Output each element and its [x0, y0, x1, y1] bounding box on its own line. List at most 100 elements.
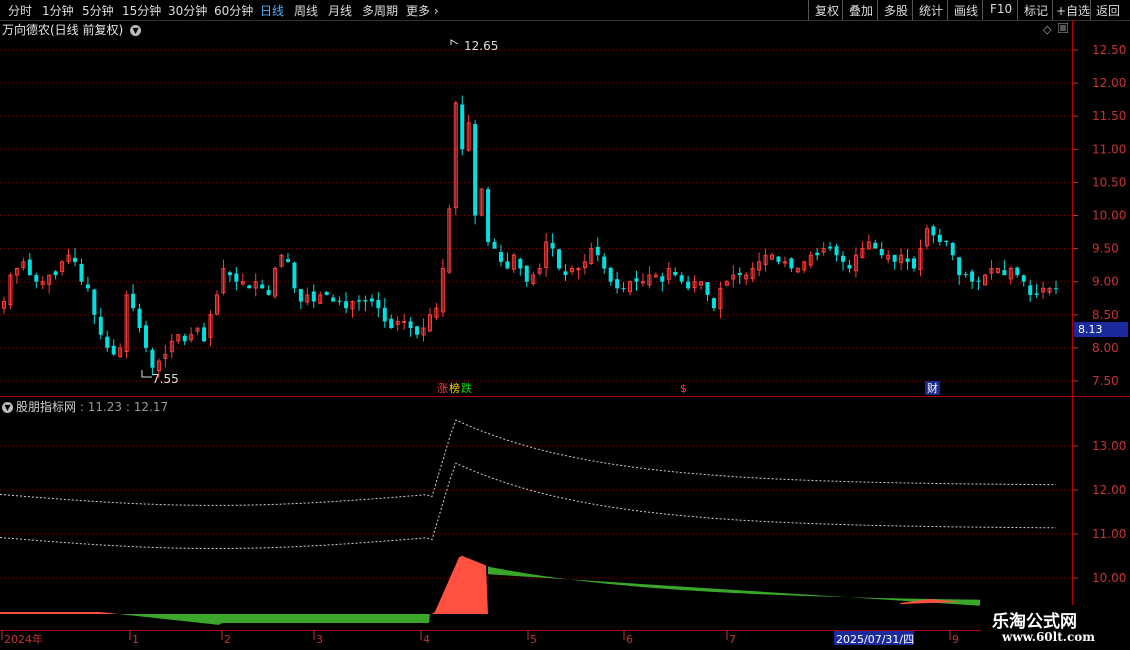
tab-daily[interactable]: 日线: [260, 2, 284, 19]
candle-body: [1041, 287, 1046, 293]
candle-body: [576, 267, 581, 271]
candle-body: [169, 340, 174, 353]
candle-body: [944, 240, 949, 242]
candle-body: [750, 267, 755, 280]
fuquan-button[interactable]: 复权: [815, 2, 839, 19]
indicator-green-area-1: [90, 614, 430, 625]
stats-button[interactable]: 统计: [919, 2, 943, 19]
divider: [912, 0, 913, 20]
add-favorite-button[interactable]: +自选: [1056, 2, 1090, 19]
menu-icon[interactable]: [1058, 23, 1068, 33]
tab-monthly[interactable]: 月线: [328, 2, 352, 19]
candle-body: [415, 326, 420, 335]
candle-body: [47, 274, 52, 285]
marker-dollar: $: [680, 382, 687, 395]
candle-body: [582, 261, 587, 269]
candle-body: [821, 248, 826, 253]
candle-body: [673, 272, 678, 276]
f10-button[interactable]: F10: [990, 2, 1012, 16]
tab-5min[interactable]: 5分钟: [82, 2, 114, 19]
tab-weekly[interactable]: 周线: [294, 2, 318, 19]
candle-body: [234, 273, 239, 282]
candle-body: [92, 289, 97, 315]
candle-body: [363, 300, 368, 302]
candle-body: [763, 254, 768, 266]
kline-chart[interactable]: 12.65 7.55 涨 榜 跌 $ 财 12.50 12.00 11.50 11.0…: [0, 0, 1130, 650]
candle-body: [1047, 287, 1052, 293]
candle-body: [434, 307, 439, 318]
candle-body: [466, 122, 471, 151]
candle-body: [531, 274, 536, 284]
candle-body: [292, 262, 297, 289]
chevron-down-icon[interactable]: ▼: [2, 402, 13, 413]
candle-body: [247, 285, 252, 289]
candle-body: [350, 301, 355, 310]
tab-15min[interactable]: 15分钟: [122, 2, 161, 19]
chart-title[interactable]: 万向德农(日线 前复权) ▼: [2, 21, 142, 38]
diamond-icon[interactable]: ◇: [1043, 23, 1051, 36]
candle-body: [53, 271, 58, 276]
draw-line-button[interactable]: 画线: [954, 2, 978, 19]
candle-body: [544, 241, 549, 268]
indicator-title[interactable]: ▼ 股朋指标网 : 11.23 : 12.17: [2, 398, 168, 415]
tab-30min[interactable]: 30分钟: [168, 2, 207, 19]
mark-button[interactable]: 标记: [1024, 2, 1048, 19]
candle-body: [841, 255, 846, 262]
candle-body: [563, 271, 568, 276]
candle-body: [131, 293, 136, 309]
tab-1min[interactable]: 1分钟: [42, 2, 74, 19]
candle-body: [118, 347, 123, 358]
overlay-button[interactable]: 叠加: [849, 2, 873, 19]
candle-body: [860, 248, 865, 259]
cursor-date-bg: [834, 631, 914, 645]
divider: [1052, 0, 1053, 20]
candle-body: [699, 281, 704, 286]
candle-body: [1008, 267, 1013, 280]
candle-body: [666, 267, 671, 280]
candle-body: [608, 267, 613, 282]
candle-body: [983, 274, 988, 286]
candle-body: [660, 276, 665, 282]
stock-title: 万向德农(日线 前复权): [2, 23, 124, 37]
back-button[interactable]: 返回: [1096, 2, 1120, 19]
tab-more[interactable]: 更多 ›: [406, 2, 439, 19]
candle-body: [473, 124, 478, 216]
candle-body: [1021, 275, 1026, 282]
y-tick-label: 12.50: [1092, 43, 1126, 57]
candle-body: [757, 261, 762, 271]
candle-body: [931, 226, 936, 236]
indicator-green-area-2: [488, 566, 980, 606]
watermark-url: www.60lt.com: [1002, 630, 1095, 644]
tab-multi-period[interactable]: 多周期: [362, 2, 398, 19]
candle-body: [937, 234, 942, 242]
candle-body: [124, 294, 129, 352]
candle-body: [724, 281, 729, 286]
tab-fenshi[interactable]: 分时: [8, 2, 32, 19]
y-tick-label: 7.50: [1092, 374, 1119, 388]
multi-stock-button[interactable]: 多股: [884, 2, 908, 19]
indicator-name: 股朋指标网: [16, 400, 77, 414]
candle-body: [40, 281, 45, 285]
candle-body: [705, 282, 710, 295]
candle-body: [686, 281, 691, 289]
candle-body: [989, 267, 994, 274]
chevron-down-icon[interactable]: ▼: [130, 25, 142, 36]
candle-body: [744, 274, 749, 280]
candle-body: [963, 274, 968, 276]
tab-more-label: 更多: [406, 4, 431, 18]
tab-60min[interactable]: 60分钟: [214, 2, 253, 19]
candle-body: [679, 275, 684, 282]
candle-body: [957, 257, 962, 276]
candle-body: [440, 267, 445, 313]
candle-body: [273, 267, 278, 297]
candle-body: [853, 254, 858, 272]
marker-bang: 榜: [449, 381, 460, 395]
candle-body: [995, 267, 1000, 273]
candle-body: [634, 278, 639, 282]
candle-body: [176, 334, 181, 342]
candle-body: [369, 298, 374, 302]
candle-body: [156, 360, 161, 372]
candle-body: [537, 267, 542, 274]
candle-body: [208, 314, 213, 338]
period-toolbar: 分时 1分钟 5分钟 15分钟 30分钟 60分钟 日线 周线 月线 多周期 更…: [0, 0, 1130, 21]
